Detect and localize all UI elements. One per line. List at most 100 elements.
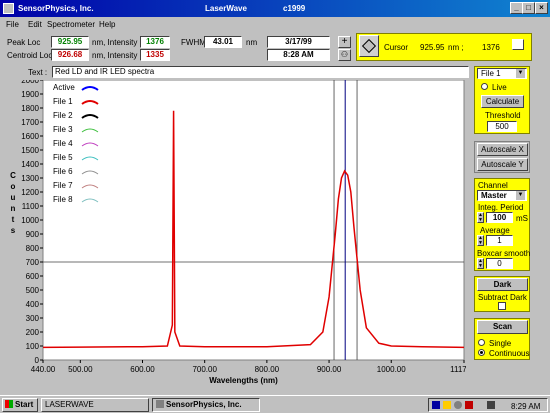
threshold-input[interactable]: 500 (487, 121, 517, 132)
legend-swatch-line (81, 198, 99, 203)
legend-item[interactable]: File 1 (53, 96, 103, 108)
legend-item[interactable]: File 3 (53, 124, 103, 136)
text-field-input[interactable]: Red LD and IR LED spectra (52, 66, 469, 78)
subtract-dark-checkbox[interactable] (498, 302, 506, 310)
calculate-button[interactable]: Calculate (481, 95, 524, 108)
cursor-options-button[interactable] (512, 39, 524, 50)
x-tick-label: 440.00 (31, 365, 56, 374)
x-tick-label: 800.00 (255, 365, 280, 374)
start-button[interactable]: Start (2, 398, 38, 412)
fwhm-value: 43.01 (204, 36, 242, 48)
cursor-label: Cursor (384, 43, 409, 52)
y-tick-label: 800 (26, 244, 40, 253)
start-label: Start (15, 400, 34, 409)
subtract-dark-label: Subtract Dark (478, 293, 527, 302)
legend-item[interactable]: File 6 (53, 166, 103, 178)
diamond-arrows-icon (361, 38, 377, 54)
boxcar-spinner[interactable]: ▲ ▼ (477, 258, 484, 269)
y-axis-label-char: t (12, 215, 15, 224)
menu-edit[interactable]: Edit (28, 20, 42, 29)
legend-item[interactable]: File 8 (53, 194, 103, 206)
legend-label: File 6 (53, 167, 73, 176)
y-tick-label: 600 (26, 272, 40, 281)
autoscale-x-button[interactable]: Autoscale X (477, 143, 528, 156)
legend-swatch (81, 128, 99, 133)
file-select[interactable]: File 1 ▼ (477, 68, 527, 79)
legend-label: File 5 (53, 153, 73, 162)
legend-item[interactable]: Active (53, 82, 103, 94)
legend-label: File 1 (53, 97, 73, 106)
autoscale-y-button[interactable]: Autoscale Y (477, 158, 528, 171)
x-tick-label: 600.00 (130, 365, 155, 374)
tray-icon[interactable] (465, 401, 473, 409)
legend-swatch (81, 86, 99, 91)
chevron-down-icon: ▼ (516, 69, 525, 78)
window-app: LaserWave (205, 4, 247, 13)
taskbar-sensorphysics[interactable]: SensorPhysics, Inc. (152, 398, 260, 412)
legend-label: File 7 (53, 181, 73, 190)
cursor-unit: nm ; (448, 43, 464, 52)
tray-icon[interactable] (432, 401, 440, 409)
menu-bar: File Edit Spectrometer Help (0, 17, 550, 32)
legend-swatch-line (81, 128, 99, 133)
peak-loc-value: 925.95 (51, 36, 89, 48)
legend-item[interactable]: File 2 (53, 110, 103, 122)
y-axis-label-char: o (11, 182, 16, 191)
legend-item[interactable]: File 7 (53, 180, 103, 192)
legend-swatch (81, 142, 99, 147)
cursor-navigator[interactable] (359, 35, 379, 57)
legend-label: File 8 (53, 195, 73, 204)
tray-icon[interactable] (454, 401, 462, 409)
taskbar-sensorphysics-label: SensorPhysics, Inc. (166, 400, 242, 409)
channel-label: Channel (478, 181, 508, 190)
plot-area[interactable] (42, 80, 465, 361)
live-radio[interactable] (481, 83, 488, 90)
legend-swatch-line (81, 100, 99, 105)
scan-button[interactable]: Scan (477, 320, 528, 334)
channel-select[interactable]: Master ▼ (477, 190, 527, 201)
app-icon (156, 400, 164, 408)
legend-swatch (81, 156, 99, 161)
legend-item[interactable]: File 5 (53, 152, 103, 164)
speaker-icon[interactable] (487, 401, 495, 409)
tray-icon[interactable] (443, 401, 451, 409)
menu-help[interactable]: Help (99, 20, 115, 29)
legend-swatch (81, 100, 99, 105)
single-label: Single (489, 339, 512, 348)
date-display: 3/17/99 (267, 36, 330, 48)
integ-spinner[interactable]: ▲ ▼ (477, 212, 484, 223)
x-tick-label: 1117.00 (450, 365, 466, 374)
average-spinner[interactable]: ▲ ▼ (477, 235, 484, 246)
menu-spectrometer[interactable]: Spectrometer (47, 20, 95, 29)
centroid-loc-label: Centroid Loc (7, 51, 53, 60)
y-tick-label: 1900 (21, 90, 39, 99)
x-tick-label: 900.00 (317, 365, 342, 374)
y-axis-label-char: n (11, 204, 16, 213)
legend-swatch-line (81, 86, 99, 91)
legend-swatch (81, 170, 99, 175)
integ-period-input[interactable]: 100 (486, 212, 513, 223)
add-marker-button[interactable]: + (338, 36, 351, 48)
y-tick-label: 1000 (21, 216, 39, 225)
y-axis-label-char: C (10, 171, 16, 180)
close-button[interactable]: × (535, 2, 548, 14)
y-axis-label-char: s (11, 226, 16, 235)
legend-item[interactable]: File 4 (53, 138, 103, 150)
single-radio[interactable] (478, 339, 485, 346)
file-select-value: File 1 (481, 69, 501, 78)
y-tick-label: 200 (26, 328, 40, 337)
menu-file[interactable]: File (6, 20, 19, 29)
legend: Active File 1 File 2 File 3 File 4 File 5 File… (53, 82, 103, 208)
legend-swatch (81, 114, 99, 119)
dark-button[interactable]: Dark (477, 278, 528, 291)
legend-swatch-line (81, 184, 99, 189)
continuous-radio[interactable] (478, 349, 485, 356)
user-icon-button[interactable]: ⚇ (338, 49, 351, 61)
y-tick-label: 1200 (21, 188, 39, 197)
y-tick-label: 2000 (21, 80, 39, 85)
y-tick-label: 1300 (21, 174, 39, 183)
boxcar-input[interactable]: 0 (486, 258, 513, 269)
average-input[interactable]: 1 (486, 235, 513, 246)
taskbar-laserwave[interactable]: LASERWAVE (41, 398, 149, 412)
maximize-button[interactable]: □ (522, 2, 535, 14)
